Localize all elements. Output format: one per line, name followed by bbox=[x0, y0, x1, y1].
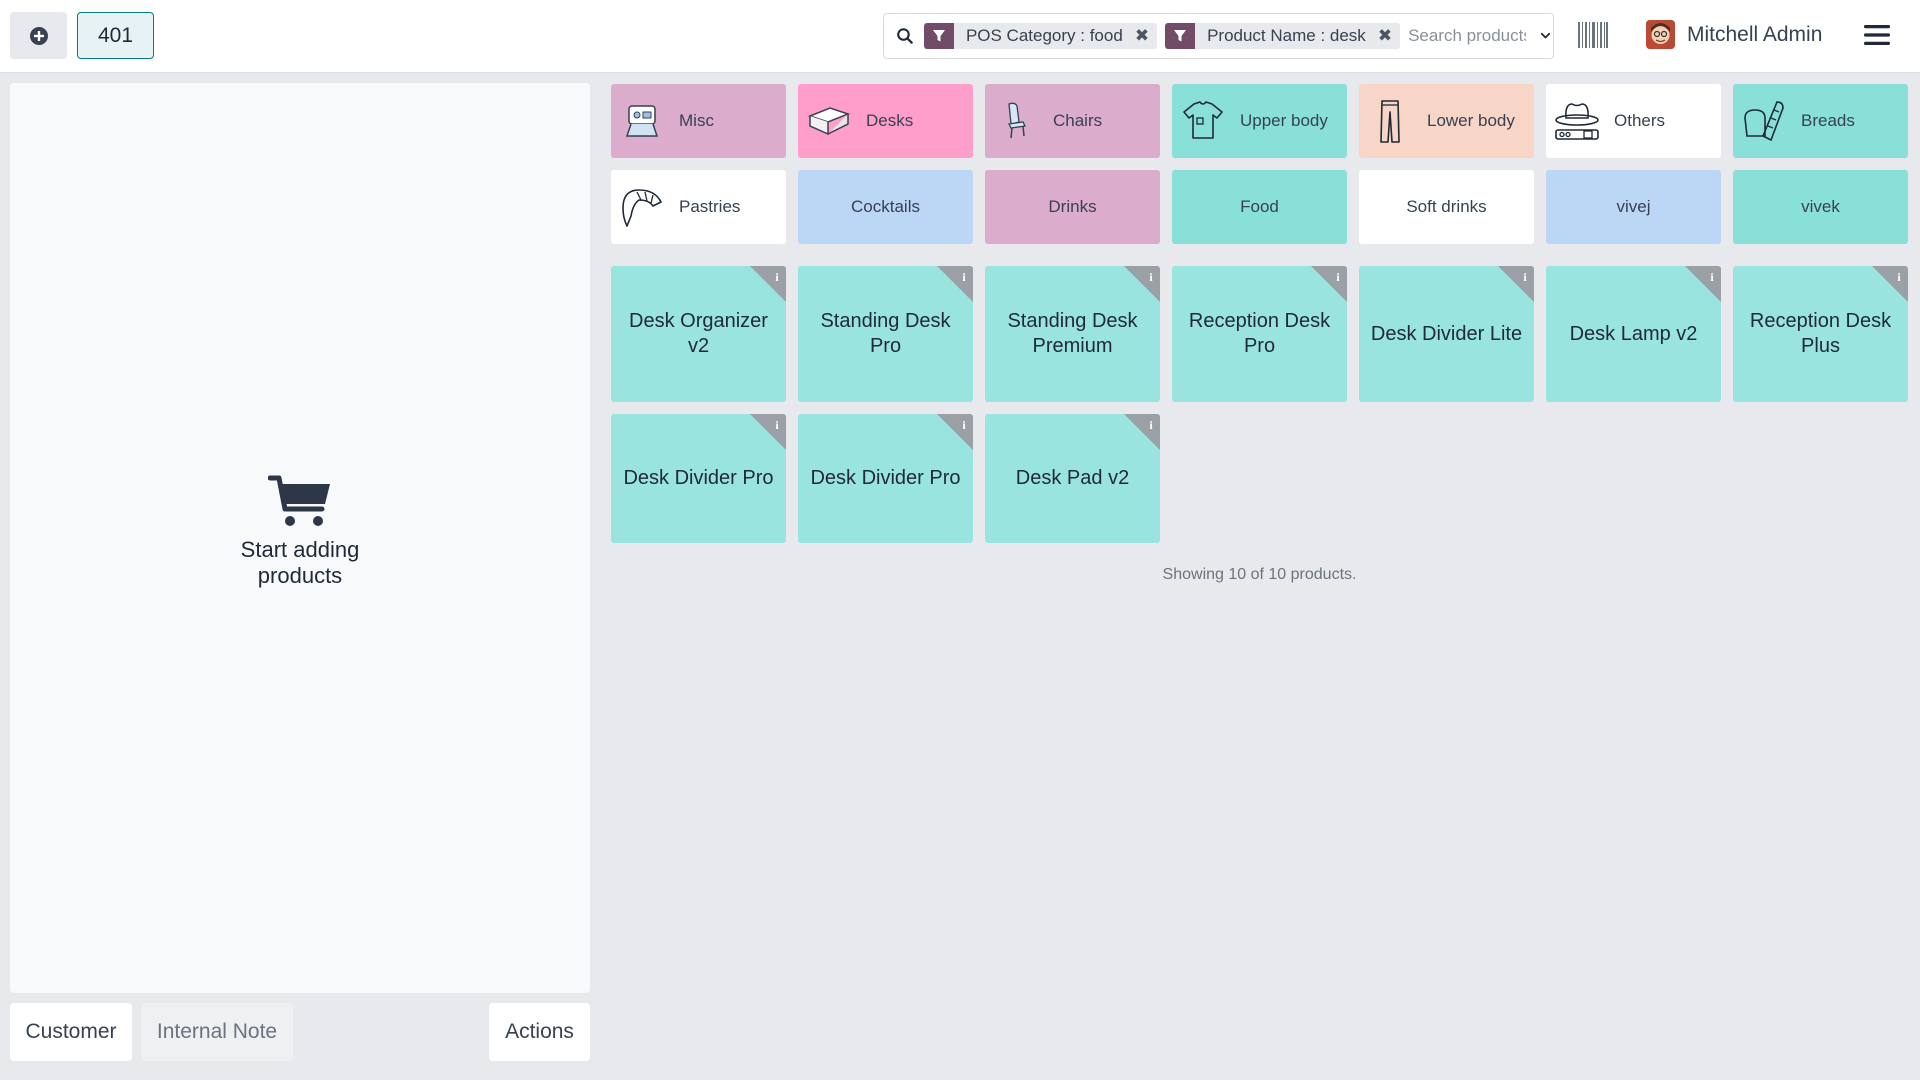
desk-icon bbox=[807, 107, 851, 136]
category-vivej[interactable]: vivej bbox=[1546, 170, 1721, 244]
bread-icon bbox=[1744, 101, 1784, 142]
croissant-icon bbox=[622, 189, 662, 227]
remove-facet-icon[interactable]: ✖ bbox=[1378, 26, 1392, 46]
product-card[interactable]: Desk Organizer v2 i bbox=[611, 266, 786, 402]
category-food[interactable]: Food bbox=[1172, 170, 1347, 244]
product-name: Desk Divider Pro bbox=[810, 467, 961, 489]
facet-label: POS Category : food bbox=[965, 26, 1123, 45]
category-others[interactable]: Others bbox=[1546, 84, 1721, 158]
product-card[interactable]: Desk Divider Lite i bbox=[1359, 266, 1534, 402]
search-icon bbox=[897, 28, 913, 44]
product-card[interactable]: Reception Desk Plus i bbox=[1733, 266, 1908, 402]
hat-icon bbox=[1555, 103, 1599, 140]
product-card[interactable]: Reception Desk Pro i bbox=[1172, 266, 1347, 402]
product-name: Reception Desk Pro bbox=[1188, 310, 1331, 357]
product-card[interactable]: Desk Lamp v2 i bbox=[1546, 266, 1721, 402]
category-breads[interactable]: Breads bbox=[1733, 84, 1908, 158]
top-navbar: 401 POS Category : food ✖ Product Name :… bbox=[0, 0, 1920, 73]
actions-button[interactable]: Actions bbox=[489, 1003, 590, 1061]
info-icon[interactable]: i bbox=[1498, 266, 1534, 302]
filter-icon bbox=[923, 23, 954, 49]
category-pastries[interactable]: Pastries bbox=[611, 170, 786, 244]
category-label: vivek bbox=[1801, 197, 1840, 216]
category-vivek[interactable]: vivek bbox=[1733, 170, 1908, 244]
category-label: Desks bbox=[866, 111, 914, 130]
chair-icon bbox=[1008, 102, 1026, 139]
info-icon[interactable]: i bbox=[937, 266, 973, 302]
info-icon[interactable]: i bbox=[750, 266, 786, 302]
info-icon[interactable]: i bbox=[1872, 266, 1908, 302]
category-lower-body[interactable]: Lower body bbox=[1359, 84, 1534, 158]
filter-icon bbox=[1165, 23, 1196, 49]
category-label: Breads bbox=[1801, 111, 1855, 130]
info-icon[interactable]: i bbox=[1311, 266, 1347, 302]
empty-order-text-line2: products bbox=[257, 563, 343, 588]
category-label: Soft drinks bbox=[1406, 197, 1487, 216]
product-name: Desk Pad v2 bbox=[1015, 467, 1130, 489]
product-name: Desk Organizer v2 bbox=[629, 310, 768, 357]
search-input[interactable] bbox=[1408, 26, 1527, 46]
empty-order-placeholder: Start adding products bbox=[10, 473, 590, 589]
user-name: Mitchell Admin bbox=[1687, 22, 1823, 46]
product-name: Desk Divider Lite bbox=[1370, 322, 1523, 345]
category-drinks[interactable]: Drinks bbox=[985, 170, 1160, 244]
product-card[interactable]: Desk Divider Pro i bbox=[798, 414, 973, 543]
plus-circle-icon bbox=[29, 26, 48, 45]
category-desks[interactable]: Desks bbox=[798, 84, 973, 158]
category-upper-body[interactable]: Upper body bbox=[1172, 84, 1347, 158]
hamburger-menu-icon[interactable] bbox=[1864, 24, 1890, 46]
info-icon[interactable]: i bbox=[1124, 414, 1160, 450]
product-card[interactable]: Desk Pad v2 i bbox=[985, 414, 1160, 543]
misc-icon bbox=[625, 105, 659, 137]
user-menu[interactable]: Mitchell Admin bbox=[1646, 20, 1822, 49]
category-cocktails[interactable]: Cocktails bbox=[798, 170, 973, 244]
empty-order-text-line1: Start adding bbox=[240, 537, 360, 562]
product-name: Desk Lamp v2 bbox=[1569, 322, 1698, 345]
category-chairs[interactable]: Chairs bbox=[985, 84, 1160, 158]
order-panel: Start adding products bbox=[10, 83, 590, 993]
shopping-cart-icon bbox=[268, 475, 330, 526]
product-card[interactable]: Desk Divider Pro i bbox=[611, 414, 786, 543]
product-search-bar[interactable]: POS Category : food ✖ Product Name : des… bbox=[883, 13, 1554, 59]
category-label: Misc bbox=[679, 111, 714, 130]
info-icon[interactable]: i bbox=[750, 414, 786, 450]
internal-note-button[interactable]: Internal Note bbox=[141, 1003, 293, 1061]
product-name: Reception Desk Plus bbox=[1749, 310, 1892, 357]
facet-label: Product Name : desk bbox=[1207, 26, 1366, 45]
product-name: Desk Divider Pro bbox=[623, 467, 774, 489]
info-icon[interactable]: i bbox=[937, 414, 973, 450]
trousers-icon bbox=[1380, 100, 1400, 143]
category-soft-drinks[interactable]: Soft drinks bbox=[1359, 170, 1534, 244]
product-card[interactable]: Standing Desk Pro i bbox=[798, 266, 973, 402]
category-label: Cocktails bbox=[851, 197, 920, 216]
barcode-icon[interactable] bbox=[1578, 22, 1608, 48]
customer-button[interactable]: Customer bbox=[10, 1003, 132, 1061]
info-icon[interactable]: i bbox=[1685, 266, 1721, 302]
products-count-status: Showing 10 of 10 products. bbox=[1162, 566, 1357, 583]
category-label: Pastries bbox=[679, 197, 741, 216]
avatar bbox=[1646, 20, 1675, 49]
product-name: Standing Desk Pro bbox=[820, 310, 951, 357]
info-icon[interactable]: i bbox=[1124, 266, 1160, 302]
category-label: Upper body bbox=[1240, 111, 1328, 130]
category-label: Chairs bbox=[1053, 111, 1103, 130]
category-label: Others bbox=[1614, 111, 1666, 130]
new-order-button[interactable] bbox=[10, 12, 67, 59]
search-facet-category[interactable]: POS Category : food ✖ bbox=[923, 23, 1158, 49]
product-name: Standing Desk Premium bbox=[1007, 310, 1138, 357]
tshirt-icon bbox=[1183, 101, 1223, 139]
product-card[interactable]: Standing Desk Premium i bbox=[985, 266, 1160, 402]
chevron-down-icon[interactable] bbox=[1538, 26, 1553, 46]
remove-facet-icon[interactable]: ✖ bbox=[1135, 26, 1149, 46]
category-label: Lower body bbox=[1427, 111, 1515, 130]
search-facet-product-name[interactable]: Product Name : desk ✖ bbox=[1165, 23, 1401, 49]
category-label: vivej bbox=[1616, 197, 1651, 216]
category-label: Drinks bbox=[1048, 197, 1097, 216]
category-misc[interactable]: Misc bbox=[611, 84, 786, 158]
current-order-tab[interactable]: 401 bbox=[77, 12, 154, 59]
category-label: Food bbox=[1240, 197, 1279, 216]
